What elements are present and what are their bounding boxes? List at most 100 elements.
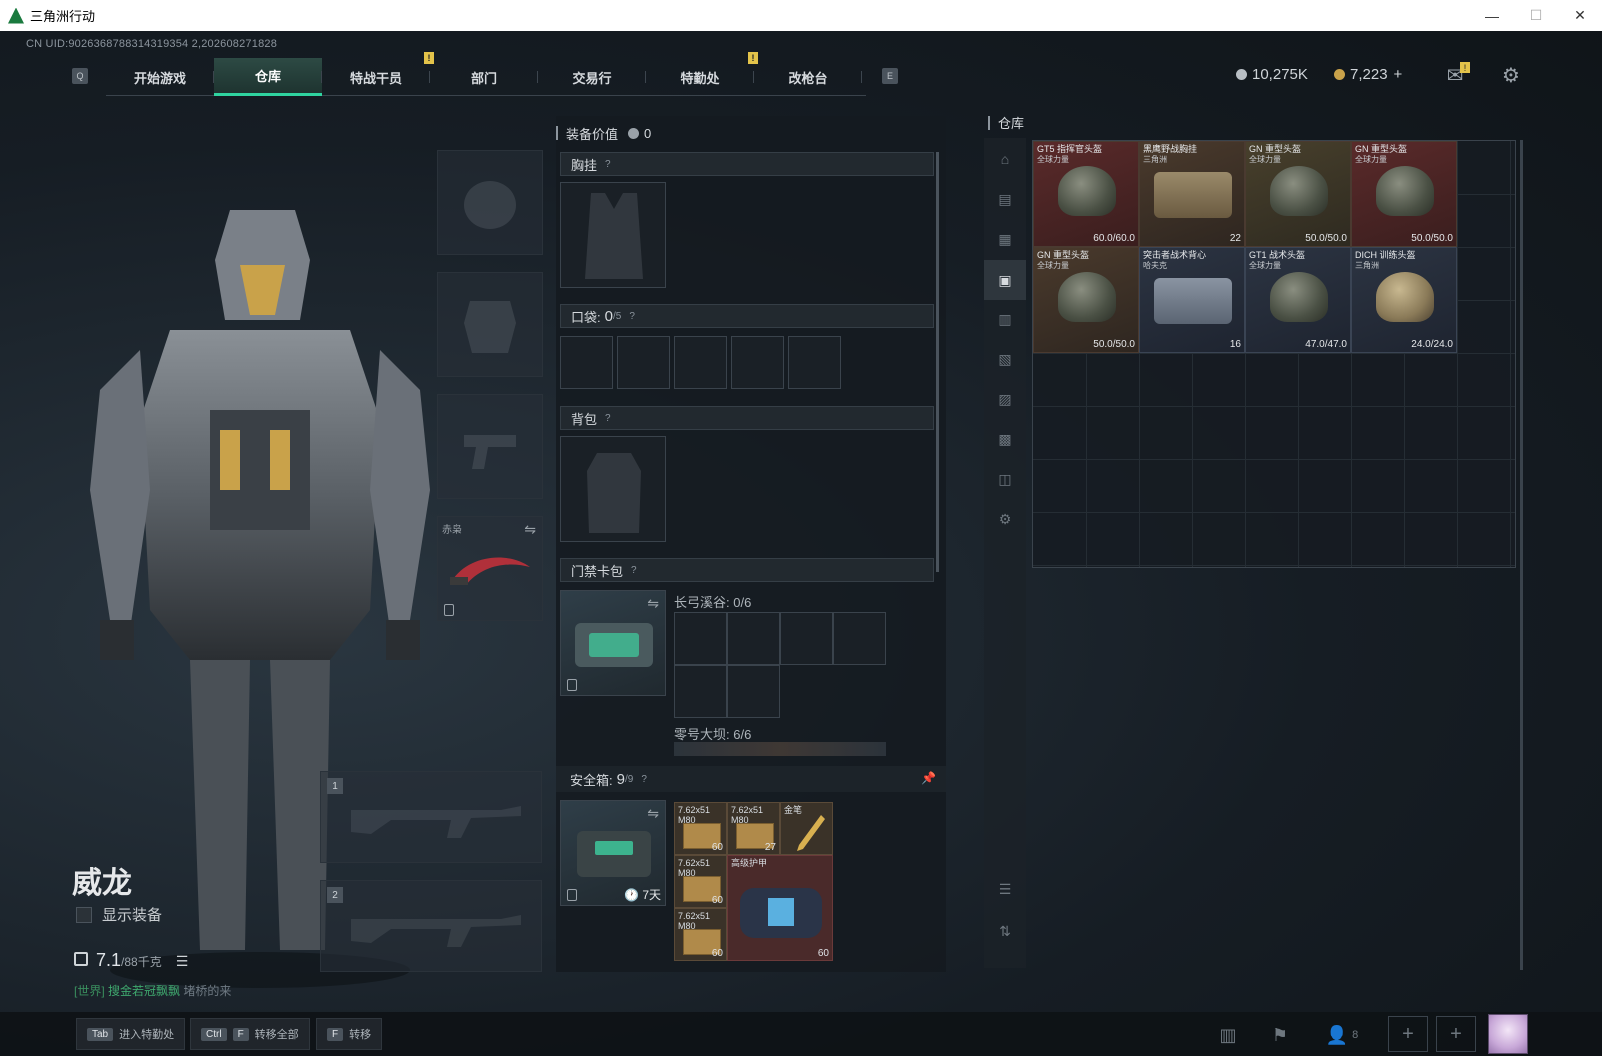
top-nav: 开始游戏 仓库 特战干员! 部门 交易行 特勤处! 改枪台 — [106, 52, 866, 96]
category-settings-icon[interactable]: ⚙ — [992, 506, 1018, 532]
add-teammate-button[interactable]: + — [1436, 1016, 1476, 1052]
pistol-slot[interactable] — [437, 394, 543, 499]
maximize-button[interactable]: ☐ — [1514, 0, 1558, 31]
add-gold-button[interactable]: + — [1394, 66, 1403, 83]
enter-special-ops-hint[interactable]: Tab 进入特勤处 — [76, 1018, 186, 1050]
backpack-slot[interactable] — [560, 436, 666, 542]
warehouse-item-helmet[interactable]: GT1 战术头盔 全球力量 47.0/47.0 — [1245, 247, 1351, 353]
tab-special-ops[interactable]: 特勤处! — [646, 52, 758, 96]
help-icon[interactable]: ? — [629, 311, 635, 322]
category-weapons-icon[interactable]: ▤ — [992, 186, 1018, 212]
ammo-box-item[interactable]: 7.62x51 M80 60 — [674, 855, 727, 908]
tab-warehouse[interactable]: 仓库 — [214, 58, 322, 96]
lock-icon — [444, 604, 454, 616]
help-icon[interactable]: ? — [631, 565, 637, 576]
backpack-icon — [587, 453, 641, 533]
team-icon[interactable]: 👤 8 — [1318, 1020, 1366, 1050]
tab-start-game[interactable]: 开始游戏 — [106, 58, 214, 96]
swap-icon[interactable]: ⇋ — [647, 805, 659, 822]
golden-pen-item[interactable]: 金笔 — [780, 802, 833, 855]
safebox-icon — [577, 831, 651, 877]
game-window: 三角洲行动 — ☐ ✕ CN UID:9026368788314319354 2… — [0, 0, 1602, 1056]
tab-department[interactable]: 部门 — [430, 58, 538, 96]
list-icon[interactable]: ☰ — [176, 953, 189, 970]
helmet-slot[interactable] — [437, 150, 543, 255]
layers-icon[interactable]: ☰ — [992, 876, 1018, 902]
minimize-button[interactable]: — — [1470, 0, 1514, 31]
keycard-slot[interactable] — [833, 612, 886, 665]
category-equipment-icon[interactable]: ▣ — [984, 260, 1026, 300]
keycard-slot[interactable] — [780, 612, 833, 665]
primary-weapon-slot-2[interactable]: 2 — [320, 880, 542, 972]
pocket-slot[interactable] — [560, 336, 613, 389]
sort-icon[interactable]: ⇅ — [992, 918, 1018, 944]
help-icon[interactable]: ? — [641, 774, 647, 785]
ammo-box-item[interactable]: 7.62x51 M80 60 — [674, 802, 727, 855]
pockets-header: 口袋: 0 /5 ? — [560, 304, 934, 328]
mail-badge: ! — [1460, 62, 1470, 73]
show-equipment-toggle[interactable]: 显示装备 — [76, 904, 162, 925]
help-icon[interactable]: ? — [605, 413, 611, 424]
category-keys-icon[interactable]: ▨ — [992, 386, 1018, 412]
warehouse-item-chest-rig[interactable]: 黑鹰野战胸挂 三角洲 22 — [1139, 141, 1245, 247]
warehouse-item-tactical-vest[interactable]: 突击者战术背心 哈夫克 16 — [1139, 247, 1245, 353]
gold-currency: 7,223 + — [1334, 66, 1402, 83]
ammo-box-item[interactable]: 7.62x51 M80 60 — [674, 908, 727, 961]
category-ammo-icon[interactable]: ▥ — [992, 306, 1018, 332]
category-all-icon[interactable]: ⌂ — [992, 146, 1018, 172]
uid-text: CN UID:9026368788314319354 2,20260827182… — [26, 38, 278, 50]
category-collectibles-icon[interactable]: ▩ — [992, 426, 1018, 452]
warehouse-item-helmet[interactable]: GT5 指挥官头盔 全球力量 60.0/60.0 — [1033, 141, 1139, 247]
warehouse-item-helmet[interactable]: GN 重型头盔 全球力量 50.0/50.0 — [1351, 141, 1457, 247]
close-button[interactable]: ✕ — [1558, 0, 1602, 31]
chest-rig-slot[interactable] — [560, 182, 666, 288]
flag-icon[interactable]: ⚑ — [1262, 1020, 1298, 1050]
keycard-slot[interactable] — [727, 612, 780, 665]
primary-weapon-slot-1[interactable]: 1 — [320, 771, 542, 863]
vest-icon — [1154, 278, 1232, 324]
nav-left-key[interactable]: Q — [72, 68, 88, 84]
armor-slot[interactable] — [437, 272, 543, 377]
warehouse-item-helmet[interactable]: DICH 训练头盔 三角洲 24.0/24.0 — [1351, 247, 1457, 353]
category-medical-icon[interactable]: ▧ — [992, 346, 1018, 372]
nav-right-key[interactable]: E — [882, 68, 898, 84]
lock-icon — [74, 952, 88, 966]
add-teammate-button[interactable]: + — [1388, 1016, 1428, 1052]
pocket-slot[interactable] — [788, 336, 841, 389]
show-equipment-checkbox[interactable] — [76, 906, 92, 923]
help-icon[interactable]: ? — [605, 159, 611, 170]
transfer-all-hint[interactable]: Ctrl F 转移全部 — [190, 1018, 310, 1050]
keycard-slot[interactable] — [674, 612, 727, 665]
safebox-slot[interactable]: ⇋ 🕐 7天 — [560, 800, 666, 906]
keycard-slot[interactable] — [674, 665, 727, 718]
swap-icon[interactable]: ⇋ — [647, 595, 659, 612]
melee-slot[interactable]: 赤枭 ⇋ — [437, 516, 543, 621]
keycard-slot[interactable] — [727, 665, 780, 718]
warehouse-item-helmet[interactable]: GN 重型头盔 全球力量 50.0/50.0 — [1033, 247, 1139, 353]
keycard-bag-slot[interactable]: ⇋ — [560, 590, 666, 696]
stats-icon[interactable]: ▥ — [1210, 1020, 1246, 1050]
pin-icon[interactable]: 📌 — [921, 771, 936, 785]
tab-operators[interactable]: 特战干员! — [322, 52, 434, 96]
swap-icon[interactable]: ⇋ — [524, 521, 536, 538]
keycard-case-icon — [575, 623, 653, 667]
map-changgong-label: 长弓溪谷: 0/6 — [674, 595, 752, 610]
category-attachments-icon[interactable]: ▦ — [992, 226, 1018, 252]
pocket-slot[interactable] — [731, 336, 784, 389]
pocket-slot[interactable] — [674, 336, 727, 389]
transfer-hint[interactable]: F 转移 — [316, 1018, 383, 1050]
equipment-value-header: 装备价值 0 — [556, 122, 651, 144]
tab-gunsmith[interactable]: 改枪台 — [754, 58, 862, 96]
gear-icon[interactable]: ⚙ — [1500, 64, 1522, 87]
ammo-box-item[interactable]: 7.62x51 M80 27 — [727, 802, 780, 855]
equipment-scrollbar[interactable] — [936, 152, 939, 572]
tab-trading[interactable]: 交易行 — [538, 58, 646, 96]
warehouse-item-helmet[interactable]: GN 重型头盔 全球力量 50.0/50.0 — [1245, 141, 1351, 247]
warehouse-scrollbar[interactable] — [1520, 140, 1523, 970]
pocket-slot[interactable] — [617, 336, 670, 389]
advanced-armor-bag-item[interactable]: 高级护甲 60 — [727, 855, 833, 961]
category-misc-icon[interactable]: ◫ — [992, 466, 1018, 492]
warehouse-category-sidebar: ⌂ ▤ ▦ ▣ ▥ ▧ ▨ ▩ ◫ ⚙ ☰ ⇅ — [984, 138, 1026, 968]
avatar[interactable] — [1488, 1014, 1528, 1054]
helmet-icon — [1058, 166, 1116, 216]
